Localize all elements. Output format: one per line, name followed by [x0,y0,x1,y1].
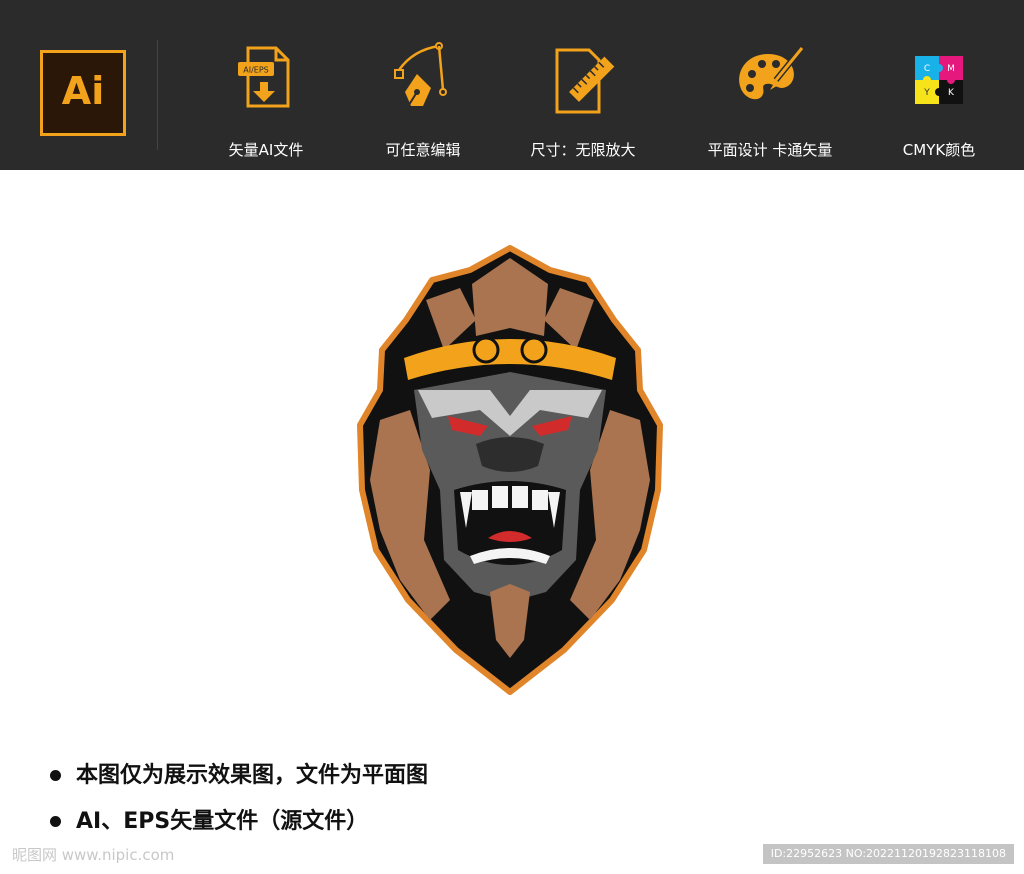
file-download-icon: AI/EPS [238,46,290,108]
feature-label: 矢量AI文件 [228,141,304,159]
feature-size: 尺寸：无限放大 [503,40,663,165]
pen-tool-icon [394,42,447,109]
feature-cmyk: C M Y K CMYK颜色 [859,40,1019,165]
gorilla-mascot-illustration [357,245,663,695]
cmyk-letter-c: C [924,64,930,74]
notes-list: 本图仅为展示效果图，文件为平面图 AI、EPS矢量文件（源文件） [50,758,750,850]
cmyk-letter-y: Y [923,88,930,98]
site-watermark: 昵图网 www.nipic.com [12,846,175,864]
feature-label: 平面设计 卡通矢量 [707,141,833,159]
note-text: 本图仅为展示效果图，文件为平面图 [76,763,429,788]
bullet-icon [50,770,61,781]
banner-divider [157,40,158,150]
ruler-document-icon [555,48,615,114]
bullet-icon [50,816,61,827]
feature-editable: 可任意编辑 [343,40,503,165]
note-text: AI、EPS矢量文件（源文件） [76,809,369,834]
cmyk-puzzle-icon: C M Y K [915,56,963,104]
image-id-tag: ID:22952623 NO:20221120192823118108 [762,844,1014,864]
illustrator-logo-text: Ai [61,69,105,113]
cmyk-letter-m: M [947,64,955,74]
illustrator-logo: Ai [40,50,126,136]
feature-label: 可任意编辑 [385,141,461,159]
feature-vector-file: AI/EPS 矢量AI文件 [186,40,346,165]
feature-label: CMYK颜色 [902,141,976,159]
top-banner: Ai AI/EPS 矢量AI文件 可任意编辑 尺寸：无限放大 平面设计 卡通矢量… [0,0,1024,170]
note-item: 本图仅为展示效果图，文件为平面图 [50,758,750,804]
palette-brush-icon [739,46,805,100]
feature-graphic-design: 平面设计 卡通矢量 [690,40,850,165]
file-badge-text: AI/EPS [243,66,268,75]
feature-label: 尺寸：无限放大 [530,141,636,159]
